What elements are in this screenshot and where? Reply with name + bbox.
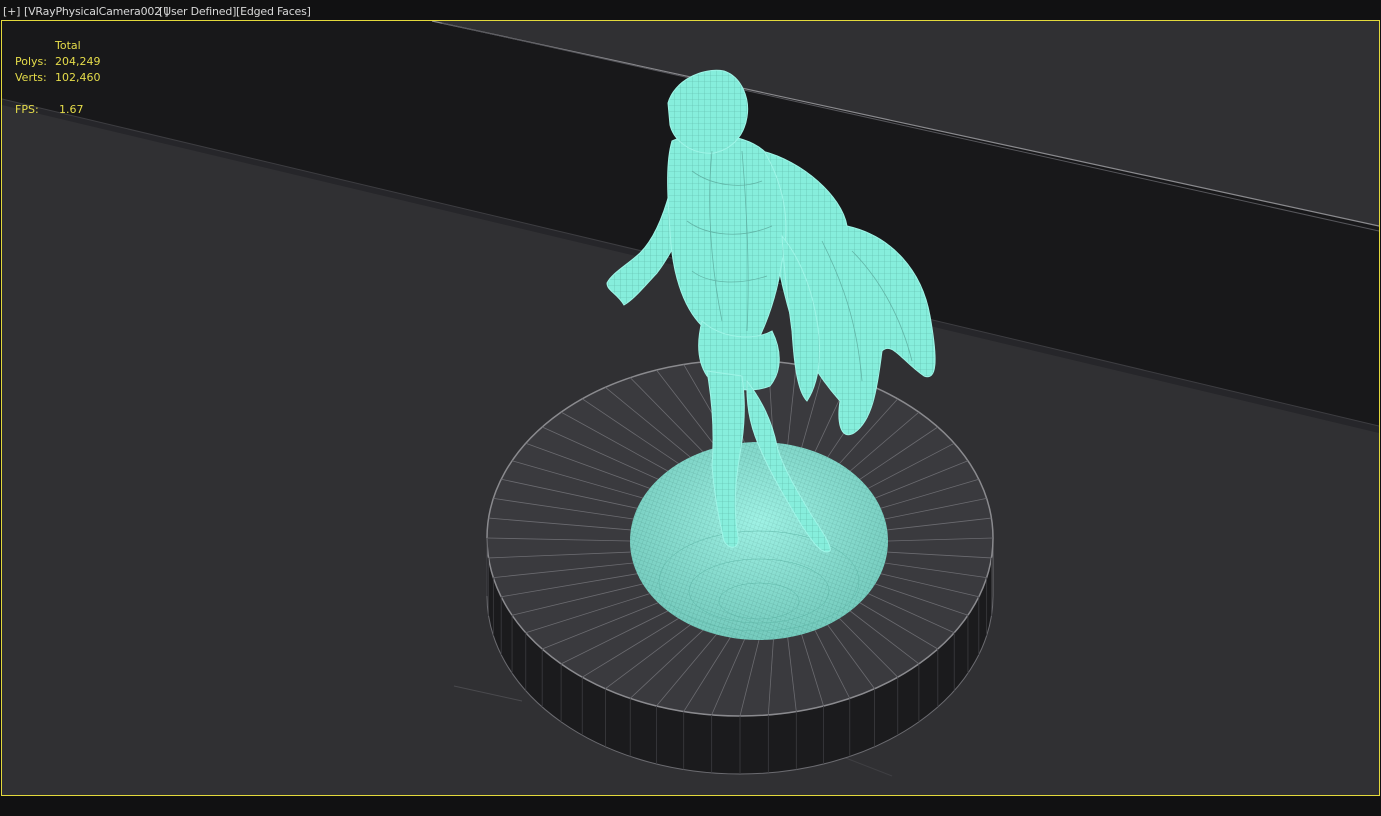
fps-label: FPS:: [15, 103, 39, 116]
viewport-display-label[interactable]: [Edged Faces]: [236, 5, 311, 18]
polys-value: 204,249: [55, 55, 101, 68]
3d-viewport[interactable]: Total Polys: 204,249 Verts: 102,460 FPS:…: [1, 20, 1380, 796]
scene-render: [2, 21, 1379, 795]
viewport-label-bar: [+] [VRayPhysicalCamera002 ] [User Defin…: [0, 0, 1381, 20]
verts-value: 102,460: [55, 71, 101, 84]
stats-header: Total: [55, 39, 81, 52]
viewport-camera-label[interactable]: [VRayPhysicalCamera002 ]: [24, 5, 169, 18]
viewport-menu-plus[interactable]: [+]: [3, 5, 20, 18]
viewport-shading-label[interactable]: [User Defined]: [159, 5, 236, 18]
verts-label: Verts:: [15, 71, 47, 84]
polys-label: Polys:: [15, 55, 47, 68]
viewport-bottom-bar: [0, 796, 1381, 816]
fps-value: 1.67: [59, 103, 84, 116]
